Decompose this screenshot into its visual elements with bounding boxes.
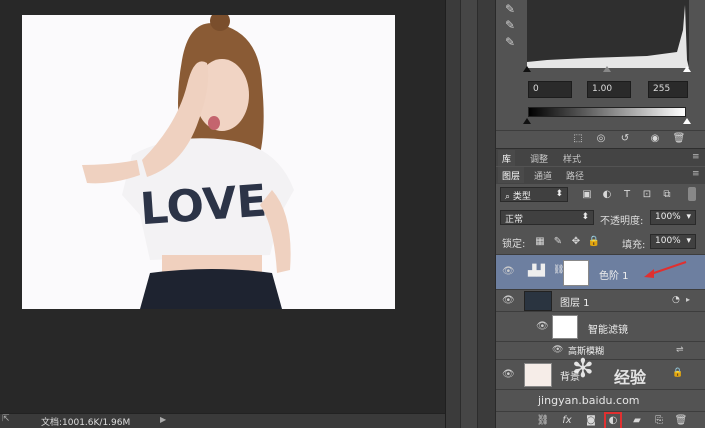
tab-layers[interactable]: 图层	[498, 167, 525, 183]
visibility-eye-icon[interactable]: 👁	[536, 321, 549, 333]
watermark: ✻ 经验 jingyan.baidu.com	[538, 352, 682, 412]
layer-name[interactable]: 色阶 1	[599, 267, 629, 282]
layer-row-layer1[interactable]: 👁 图层 1 ◔ ▸	[496, 290, 705, 312]
layer-thumbnail[interactable]	[524, 291, 552, 311]
red-annotation-arrow	[644, 261, 687, 278]
smart-filter-mask-thumbnail[interactable]	[552, 315, 578, 339]
tab-adjustments[interactable]: 调整	[526, 150, 552, 166]
clip-to-layer-icon[interactable]: ⬚	[571, 132, 585, 146]
layers-menu-icon[interactable]: ≡	[692, 169, 700, 179]
new-group-icon[interactable]: ▰	[630, 414, 644, 428]
fill-field[interactable]: 100% ▾	[650, 234, 696, 249]
panel-dock-gutter	[445, 0, 495, 428]
fill-label: 填充:	[622, 240, 646, 251]
tab-styles[interactable]: 样式	[559, 150, 585, 166]
layer-row-smart-filters[interactable]: 👁 智能滤镜	[496, 312, 705, 342]
filter-kind-value: 类型	[512, 192, 531, 202]
chevron-down-icon: ▾	[686, 212, 691, 222]
smart-object-icon: ◔	[672, 295, 680, 305]
filter-shape-icon[interactable]: ⊡	[640, 188, 654, 202]
properties-footer: ⬚ ◎ ↺ ◉ 🗑	[496, 130, 705, 146]
lock-image-icon[interactable]: ✎	[551, 235, 565, 249]
search-icon: ⌕	[505, 192, 513, 202]
layer-thumbnail[interactable]	[524, 363, 552, 387]
library-tab-bar: 库 调整 样式 ≡	[496, 148, 705, 166]
document-photo[interactable]: LOVE	[22, 15, 395, 309]
opacity-value: 100%	[655, 212, 681, 222]
tab-channels[interactable]: 通道	[530, 167, 556, 183]
output-gradient-bar	[528, 107, 686, 117]
layer-style-fx-icon[interactable]: fx	[560, 414, 574, 428]
layer-name[interactable]: 智能滤镜	[588, 321, 628, 336]
status-bar: ⇱ 文档:1001.6K/1.96M ▶	[0, 413, 445, 428]
levels-adjustment-icon: ▟▟	[528, 264, 545, 277]
tab-paths[interactable]: 路径	[562, 167, 588, 183]
visibility-eye-icon[interactable]: ◉	[648, 132, 662, 146]
levels-histogram	[527, 0, 689, 68]
filter-type-icon[interactable]: T	[620, 188, 634, 202]
watermark-brand: 经验	[614, 368, 647, 387]
output-black-slider[interactable]	[523, 118, 531, 124]
status-arrow-icon[interactable]: ▶	[160, 415, 166, 424]
photo-illustration: LOVE	[22, 15, 395, 309]
filter-smart-object-icon[interactable]: ⧉	[660, 188, 674, 202]
delete-layer-icon[interactable]: 🗑	[674, 414, 688, 428]
canvas-area[interactable]: LOVE	[0, 0, 445, 413]
blend-mode-value: 正常	[505, 215, 524, 225]
lock-transparent-icon[interactable]: ▦	[533, 235, 547, 249]
new-adjustment-layer-icon[interactable]: ◐	[604, 412, 622, 428]
doc-size-label: 文档:1001.6K/1.96M	[41, 418, 131, 428]
filter-kind-select[interactable]: ⌕ 类型 ⬍	[500, 187, 568, 202]
eyedropper-black-icon[interactable]: ✎	[505, 2, 519, 16]
opacity-label: 不透明度:	[600, 216, 644, 227]
blend-mode-select[interactable]: 正常 ⬍	[500, 210, 594, 225]
input-black-field[interactable]: 0	[528, 81, 572, 98]
export-icon[interactable]: ⇱	[2, 414, 10, 424]
opacity-field[interactable]: 100% ▾	[650, 210, 696, 225]
new-layer-icon[interactable]: ⎘	[652, 414, 666, 428]
fill-value: 100%	[655, 236, 681, 246]
visibility-eye-icon[interactable]: 👁	[502, 266, 515, 278]
chevron-down-icon: ⬍	[581, 212, 589, 222]
tab-library[interactable]: 库	[498, 150, 516, 166]
visibility-eye-icon[interactable]: 👁	[502, 295, 515, 307]
input-white-field[interactable]: 255	[648, 81, 688, 98]
layer-name[interactable]: 图层 1	[560, 294, 590, 309]
filter-adjustment-icon[interactable]: ◐	[600, 188, 614, 202]
filter-pixel-icon[interactable]: ▣	[580, 188, 594, 202]
input-black-slider[interactable]	[523, 66, 531, 72]
filter-toggle-switch[interactable]	[688, 187, 696, 201]
collapsed-panel-strip[interactable]	[460, 0, 478, 428]
input-gamma-slider[interactable]	[603, 66, 611, 72]
expand-arrow-icon[interactable]: ▸	[686, 295, 690, 304]
visibility-eye-icon[interactable]: 👁	[552, 345, 564, 357]
layers-tab-bar: 图层 通道 路径 ≡	[496, 167, 705, 184]
histogram-graph	[527, 5, 689, 68]
delete-adjustment-icon[interactable]: 🗑	[672, 132, 686, 146]
visibility-eye-icon[interactable]: 👁	[502, 369, 515, 381]
chevron-down-icon: ▾	[686, 236, 691, 246]
lock-label: 锁定:	[502, 239, 526, 250]
add-mask-icon[interactable]: ◙	[584, 414, 598, 428]
eyedropper-gray-icon[interactable]: ✎	[505, 18, 519, 32]
layers-footer: ⛓ fx ◙ ◐ ▰ ⎘ 🗑	[496, 411, 705, 428]
shirt-text: LOVE	[138, 176, 268, 236]
view-previous-icon[interactable]: ◎	[594, 132, 608, 146]
input-gamma-field[interactable]: 1.00	[587, 81, 631, 98]
watermark-url: jingyan.baidu.com	[538, 394, 640, 407]
reset-icon[interactable]: ↺	[618, 132, 632, 146]
chevron-down-icon: ⬍	[555, 189, 563, 199]
output-white-slider[interactable]	[683, 118, 691, 124]
baidu-paw-logo: ✻	[572, 354, 594, 384]
link-layers-icon[interactable]: ⛓	[536, 414, 550, 428]
lock-position-icon[interactable]: ✥	[569, 235, 583, 249]
lock-all-icon[interactable]: 🔒	[587, 235, 601, 249]
eyedropper-white-icon[interactable]: ✎	[505, 35, 519, 49]
panel-menu-icon[interactable]: ≡	[692, 152, 700, 162]
input-white-slider[interactable]	[683, 66, 691, 72]
layer-mask-thumbnail[interactable]	[563, 260, 589, 286]
